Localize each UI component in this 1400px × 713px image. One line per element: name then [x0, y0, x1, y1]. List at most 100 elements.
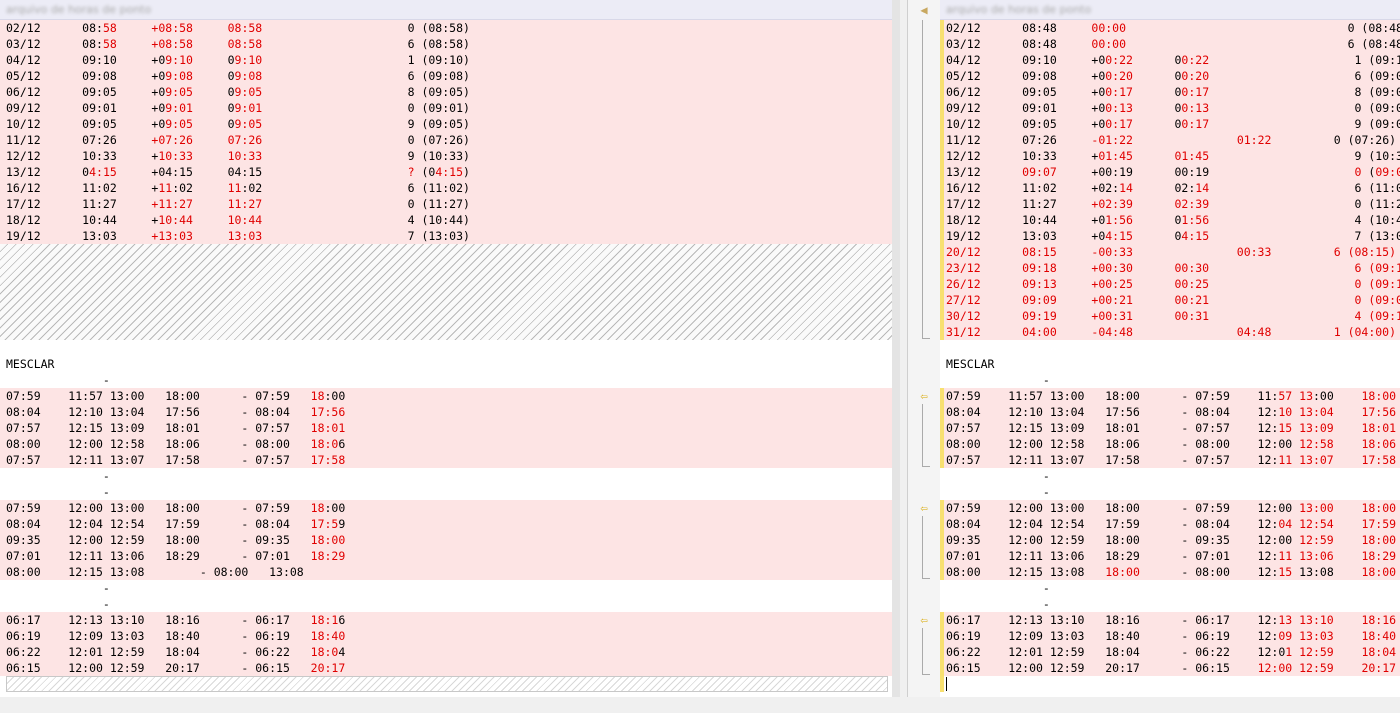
diff-line: 12/12 10:33 +10:33 10:33 9 (10:33)	[0, 148, 892, 164]
diff-line: 08:00 12:00 12:58 18:06 - 08:00 12:00 12…	[940, 436, 1400, 452]
arrow-left-icon[interactable]: ⇦	[917, 390, 931, 402]
left-section-label: MESCLAR	[0, 356, 892, 372]
diff-line: 03/12 08:48 00:00 6 (08:48)	[940, 36, 1400, 52]
right-file-title: arquivo de horas de ponto	[946, 3, 1092, 16]
diff-line: 10/12 09:05 +09:05 09:05 9 (09:05)	[0, 116, 892, 132]
diff-line: 17/12 11:27 +02:39 02:39 0 (11:27)	[940, 196, 1400, 212]
diff-line: 03/12 08:58 +08:58 08:58 6 (08:58)	[0, 36, 892, 52]
diff-line: 02/12 08:58 +08:58 08:58 0 (08:58)	[0, 20, 892, 36]
left-end-filler	[6, 676, 888, 692]
diff-line: 07:01 12:11 13:06 18:29 - 07:01 12:11 13…	[940, 548, 1400, 564]
diff-line: 06:15 12:00 12:59 20:17 - 06:15 20:17	[0, 660, 892, 676]
blank-line	[940, 340, 1400, 356]
diff-line: 07:57 12:15 13:09 18:01 - 07:57 12:15 13…	[940, 420, 1400, 436]
diff-line: 09:35 12:00 12:59 18:00 - 09:35 18:00	[0, 532, 892, 548]
block-bracket	[922, 628, 930, 675]
diff-line: 08:04 12:04 12:54 17:59 - 08:04 17:59	[0, 516, 892, 532]
diff-line: 31/12 04:00 -04:48 04:48 1 (04:00)	[940, 324, 1400, 340]
diff-line: 06:22 12:01 12:59 18:04 - 06:22 18:04	[0, 644, 892, 660]
diff-line: 13/12 09:07 +00:19 00:19 0 (09:07)	[940, 164, 1400, 180]
right-dash-line: -	[940, 468, 1400, 484]
diff-line: 18/12 10:44 +01:56 01:56 4 (10:44)	[940, 212, 1400, 228]
right-dash-line: -	[940, 596, 1400, 612]
status-bar	[0, 697, 1400, 713]
left-file-header: arquivo de horas de ponto	[0, 0, 892, 20]
diff-line: 07:59 12:00 13:00 18:00 - 07:59 12:00 13…	[940, 500, 1400, 516]
diff-line: 19/12 13:03 +04:15 04:15 7 (13:03)	[940, 228, 1400, 244]
right-file-header: arquivo de horas de ponto	[940, 0, 1400, 20]
left-top-block: 02/12 08:58 +08:58 08:58 0 (08:58) 03/12 …	[0, 20, 892, 244]
diff-line: 07:57 12:15 13:09 18:01 - 07:57 18:01	[0, 420, 892, 436]
diff-line: 11/12 07:26 -01:22 01:22 0 (07:26)	[940, 132, 1400, 148]
left-missing-block	[0, 244, 892, 340]
left-dash-line: -	[0, 468, 892, 484]
left-diff-block-2[interactable]: 07:59 12:00 13:00 18:00 - 07:59 18:00 08:…	[0, 500, 892, 580]
diff-line: 07:59 11:57 13:00 18:00 - 07:59 11:57 13…	[940, 388, 1400, 404]
diff-line: 08:00 12:00 12:58 18:06 - 08:00 18:06	[0, 436, 892, 452]
right-section-label: MESCLAR	[940, 356, 1400, 372]
right-top-block: 02/12 08:48 00:00 0 (08:48) 03/12 08:48 0…	[940, 20, 1400, 340]
left-dash-line: -	[0, 580, 892, 596]
diff-line: 08:04 12:10 13:04 17:56 - 08:04 17:56	[0, 404, 892, 420]
arrow-left-icon[interactable]: ⇦	[917, 614, 931, 626]
diff-line: 06:17 12:13 13:10 18:16 - 06:17 18:16	[0, 612, 892, 628]
diff-line: 05/12 09:08 +00:20 00:20 6 (09:08)	[940, 68, 1400, 84]
pane-splitter[interactable]	[892, 0, 900, 713]
diff-line: 09/12 09:01 +00:13 00:13 0 (09:01)	[940, 100, 1400, 116]
diff-link-bar: ◀ ⇦ ⇦ ⇦	[907, 0, 940, 713]
left-dash-line: -	[0, 484, 892, 500]
right-diff-block-1[interactable]: 07:59 11:57 13:00 18:00 - 07:59 11:57 13…	[940, 388, 1400, 468]
right-change-marker	[940, 612, 944, 692]
right-diff-block-3[interactable]: 06:17 12:13 13:10 18:16 - 06:17 12:13 13…	[940, 612, 1400, 676]
diff-line: 07:57 12:11 13:07 17:58 - 07:57 17:58	[0, 452, 892, 468]
diff-line: 02/12 08:48 00:00 0 (08:48)	[940, 20, 1400, 36]
diff-line: 13/12 04:15 +04:15 04:15 ? (04:15)	[0, 164, 892, 180]
block-bracket	[922, 516, 930, 579]
block-bracket	[922, 20, 930, 339]
diff-line: 20/12 08:15 -00:33 00:33 6 (08:15)	[940, 244, 1400, 260]
diff-line: 18/12 10:44 +10:44 10:44 4 (10:44)	[0, 212, 892, 228]
left-dash-line: -	[0, 596, 892, 612]
diff-line: 07:59 12:00 13:00 18:00 - 07:59 18:00	[0, 500, 892, 516]
left-file-title: arquivo de horas de ponto	[6, 3, 152, 16]
diff-line: 08:00 12:15 13:08 - 08:00 13:08	[0, 564, 892, 580]
diff-line: 30/12 09:19 +00:31 00:31 4 (09:19)	[940, 308, 1400, 324]
diff-line: 05/12 09:08 +09:08 09:08 6 (09:08)	[0, 68, 892, 84]
right-dash-line: -	[940, 372, 1400, 388]
diff-line: 19/12 13:03 +13:03 13:03 7 (13:03)	[0, 228, 892, 244]
diff-line: 08:00 12:15 13:08 18:00 - 08:00 12:15 13…	[940, 564, 1400, 580]
arrow-left-icon[interactable]: ◀	[917, 4, 931, 16]
diff-line: 08:04 12:04 12:54 17:59 - 08:04 12:04 12…	[940, 516, 1400, 532]
diff-line: 07:01 12:11 13:06 18:29 - 07:01 18:29	[0, 548, 892, 564]
diff-line: 26/12 09:13 +00:25 00:25 0 (09:13)	[940, 276, 1400, 292]
left-diff-block-3[interactable]: 06:17 12:13 13:10 18:16 - 06:17 18:16 06:…	[0, 612, 892, 676]
blank-line	[0, 340, 892, 356]
diff-line: 09/12 09:01 +09:01 09:01 0 (09:01)	[0, 100, 892, 116]
diff-line: 06:22 12:01 12:59 18:04 - 06:22 12:01 12…	[940, 644, 1400, 660]
diff-line: 06:15 12:00 12:59 20:17 - 06:15 12:00 12…	[940, 660, 1400, 676]
diff-line: 09:35 12:00 12:59 18:00 - 09:35 12:00 12…	[940, 532, 1400, 548]
right-dash-line: -	[940, 484, 1400, 500]
left-diff-block-1[interactable]: 07:59 11:57 13:00 18:00 - 07:59 18:00 08:…	[0, 388, 892, 468]
diff-line: 10/12 09:05 +00:17 00:17 9 (09:05)	[940, 116, 1400, 132]
right-diff-block-2[interactable]: 07:59 12:00 13:00 18:00 - 07:59 12:00 13…	[940, 500, 1400, 580]
diff-line: 08:04 12:10 13:04 17:56 - 08:04 12:10 13…	[940, 404, 1400, 420]
left-dash-line: -	[0, 372, 892, 388]
right-change-marker	[940, 500, 944, 580]
right-change-marker	[940, 20, 944, 340]
diff-line: 06/12 09:05 +09:05 09:05 8 (09:05)	[0, 84, 892, 100]
diff-line: 06:19 12:09 13:03 18:40 - 06:19 12:09 13…	[940, 628, 1400, 644]
diff-line: 06:19 12:09 13:03 18:40 - 06:19 18:40	[0, 628, 892, 644]
diff-line: 12/12 10:33 +01:45 01:45 9 (10:33)	[940, 148, 1400, 164]
diff-line: 16/12 11:02 +11:02 11:02 6 (11:02)	[0, 180, 892, 196]
diff-line: 06/12 09:05 +00:17 00:17 8 (09:05)	[940, 84, 1400, 100]
left-file-pane[interactable]: arquivo de horas de ponto 02/12 08:58 +0…	[0, 0, 892, 713]
right-dash-line: -	[940, 580, 1400, 596]
diff-line: 07:59 11:57 13:00 18:00 - 07:59 18:00	[0, 388, 892, 404]
diff-line: 16/12 11:02 +02:14 02:14 6 (11:02)	[940, 180, 1400, 196]
text-cursor	[946, 677, 947, 691]
diff-line: 23/12 09:18 +00:30 00:30 6 (09:18)	[940, 260, 1400, 276]
arrow-left-icon[interactable]: ⇦	[917, 502, 931, 514]
diff-line: 06:17 12:13 13:10 18:16 - 06:17 12:13 13…	[940, 612, 1400, 628]
right-file-pane[interactable]: arquivo de horas de ponto 02/12 08:48 00…	[940, 0, 1400, 713]
